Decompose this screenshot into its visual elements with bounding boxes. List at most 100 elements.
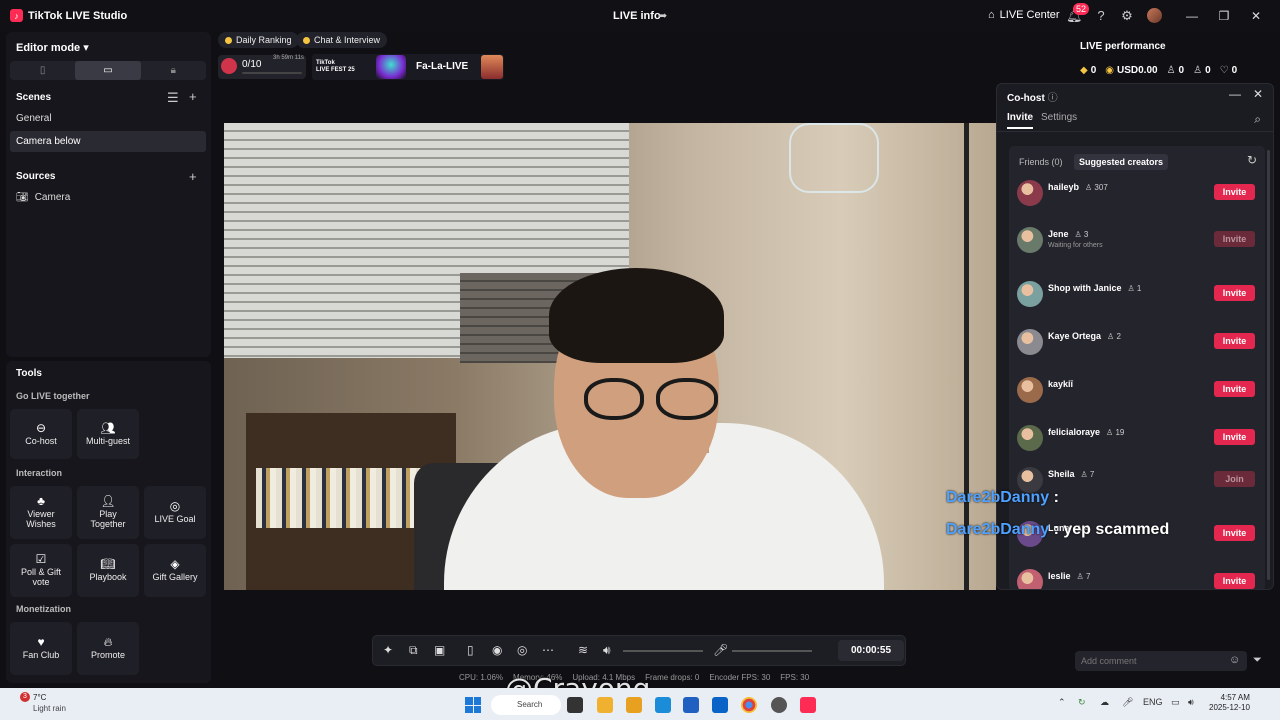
language-indicator[interactable]: ENG — [1143, 697, 1163, 707]
co-host-button[interactable]: ⊖ Co-host — [10, 409, 72, 459]
magic-wand-icon[interactable]: ✦ — [383, 643, 393, 657]
volume-slider[interactable] — [623, 650, 703, 652]
maximize-icon[interactable]: ❐ — [1216, 8, 1232, 24]
live-info-title[interactable]: LIVE info — [613, 10, 661, 22]
microphone-icon[interactable]: 🎤︎ — [713, 643, 728, 657]
daily-ranking-chip[interactable]: Daily Ranking — [218, 32, 299, 48]
live-center-label: LIVE Center — [999, 9, 1060, 21]
invite-button[interactable]: Invite — [1214, 573, 1255, 589]
logo-line: TikTok — [316, 60, 335, 66]
add-scene-icon[interactable]: + — [189, 89, 197, 104]
follower-count-value: 2 — [1116, 332, 1121, 341]
chrome-icon[interactable] — [741, 697, 757, 713]
scrollbar[interactable] — [1267, 150, 1270, 580]
tab-settings[interactable]: Settings — [1041, 112, 1077, 123]
speaker-icon[interactable]: 🔊︎ — [603, 643, 611, 658]
chat-interview-chip[interactable]: Chat & Interview — [296, 32, 388, 48]
camera-preview[interactable] — [224, 123, 996, 590]
obs-icon[interactable] — [771, 697, 787, 713]
invite-button[interactable]: Invite — [1214, 525, 1255, 541]
share-icon[interactable]: ➦ — [658, 9, 670, 22]
tiktok-live-studio-taskbar-icon[interactable] — [800, 697, 816, 713]
windows-start-icon[interactable] — [465, 697, 481, 713]
subtab-suggested[interactable]: Suggested creators — [1074, 154, 1169, 170]
phone-icon[interactable]: ▯ — [467, 643, 474, 657]
help-icon[interactable]: ⓘ — [1048, 93, 1058, 104]
viewer-wishes-button[interactable]: ♣ Viewer Wishes — [10, 486, 72, 539]
overlay-icon[interactable]: ▣ — [434, 643, 445, 657]
coins-stat: ◆ 0 — [1080, 65, 1096, 76]
volume-icon[interactable]: 🔊︎ — [1188, 697, 1194, 708]
invite-button[interactable]: Invite — [1214, 231, 1255, 247]
minimize-icon[interactable]: — — [1184, 8, 1200, 24]
live-center-button[interactable]: ⌂ LIVE Center — [988, 9, 1060, 21]
taskbar-search[interactable]: Search — [491, 695, 561, 715]
gear-icon[interactable]: ⚙ — [1119, 8, 1135, 24]
promote-button[interactable]: 🔥︎ Promote — [77, 622, 139, 675]
file-explorer-icon[interactable] — [597, 697, 613, 713]
invite-button[interactable]: Invite — [1214, 429, 1255, 445]
landscape-mode-icon[interactable]: ▭ — [75, 61, 141, 80]
store-icon[interactable] — [683, 697, 699, 713]
invite-button[interactable]: Invite — [1214, 285, 1255, 301]
mixer-icon[interactable]: ≋ — [578, 643, 588, 657]
invite-button[interactable]: Invite — [1214, 184, 1255, 200]
comment-input[interactable]: Add comment — [1075, 651, 1247, 671]
edge-icon[interactable] — [655, 697, 671, 713]
add-source-icon[interactable]: + — [189, 169, 197, 184]
task-view-icon[interactable] — [567, 697, 583, 713]
onedrive-icon[interactable]: ☁ — [1100, 697, 1109, 708]
co-host-title: Co-host ⓘ — [1007, 89, 1058, 104]
creator-avatar[interactable] — [1017, 227, 1043, 253]
network-icon[interactable]: ▭ — [1171, 697, 1180, 708]
glasses — [584, 378, 644, 420]
help-icon[interactable]: ? — [1093, 8, 1109, 24]
source-item-camera[interactable]: 📷︎ Camera — [16, 192, 70, 203]
avatar[interactable] — [1147, 8, 1162, 23]
filter-icon[interactable]: ⏷ — [1253, 654, 1262, 667]
refresh-icon[interactable]: ↻ — [1247, 153, 1257, 167]
record-icon[interactable]: ◉ — [492, 643, 502, 657]
replay-icon[interactable]: ◎ — [517, 643, 527, 657]
gift-icon: ◈ — [170, 557, 180, 571]
locked-mode-icon[interactable]: 🔒︎ — [141, 61, 206, 80]
creator-avatar[interactable] — [1017, 569, 1043, 589]
fan-club-button[interactable]: ♥ Fan Club — [10, 622, 72, 675]
portrait-mode-icon[interactable]: ▯ — [10, 61, 75, 80]
subtab-friends[interactable]: Friends (0) — [1014, 154, 1068, 170]
scene-item-general[interactable]: General — [10, 108, 206, 129]
close-icon[interactable]: ✕ — [1253, 87, 1263, 101]
invite-button[interactable]: Join — [1214, 471, 1255, 487]
creator-avatar[interactable] — [1017, 329, 1043, 355]
tab-invite[interactable]: Invite — [1007, 112, 1034, 129]
editor-mode-dropdown[interactable]: Editor mode ▾ — [16, 41, 89, 54]
creator-avatar[interactable] — [1017, 281, 1043, 307]
close-icon[interactable]: ✕ — [1248, 8, 1264, 24]
emoji-icon[interactable]: ☺ — [1229, 654, 1240, 666]
chevron-up-icon[interactable]: ⌃ — [1058, 697, 1066, 708]
gift-gallery-button[interactable]: ◈ Gift Gallery — [144, 544, 206, 597]
list-icon[interactable]: ☰ — [167, 90, 179, 106]
live-goal-button[interactable]: ◎ LIVE Goal — [144, 486, 206, 539]
invite-button[interactable]: Invite — [1214, 381, 1255, 397]
mic-tray-icon[interactable]: 🎤︎ — [1122, 697, 1133, 708]
creator-name-text: kaykiī — [1048, 379, 1074, 389]
search-icon[interactable]: ⌕ — [1254, 112, 1261, 127]
effects-icon[interactable]: ⧉ — [409, 643, 418, 658]
sync-icon[interactable]: ↻ — [1078, 697, 1086, 708]
folder-icon[interactable] — [626, 697, 642, 713]
scene-item-camera-below[interactable]: Camera below — [10, 131, 206, 152]
creator-avatar[interactable] — [1017, 425, 1043, 451]
poll-gift-vote-button[interactable]: ☑ Poll & Gift vote — [10, 544, 72, 597]
playbook-button[interactable]: 📖︎ Playbook — [77, 544, 139, 597]
multi-guest-button[interactable]: 👥︎ Multi-guest — [77, 409, 139, 459]
play-together-button[interactable]: 👤︎ Play Together — [77, 486, 139, 539]
creator-avatar[interactable] — [1017, 377, 1043, 403]
more-icon[interactable]: ⋯ — [542, 643, 554, 657]
invite-button[interactable]: Invite — [1214, 333, 1255, 349]
mic-slider[interactable] — [732, 650, 812, 652]
minimize-icon[interactable]: — — [1229, 87, 1241, 101]
creator-avatar[interactable] — [1017, 180, 1043, 206]
outlook-icon[interactable] — [712, 697, 728, 713]
clock[interactable]: 4:57 AM 2025-12-10 — [1209, 693, 1250, 713]
